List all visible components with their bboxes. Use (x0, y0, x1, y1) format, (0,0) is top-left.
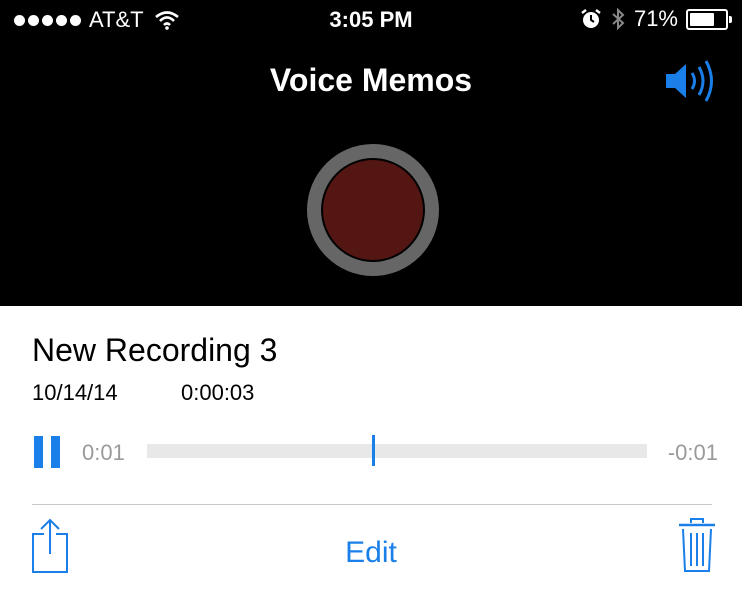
pause-bar-left (34, 436, 43, 468)
pause-icon[interactable] (34, 436, 60, 468)
battery-nub (729, 15, 732, 23)
record-button-gap (321, 158, 425, 262)
page-title: Voice Memos (269, 62, 473, 98)
status-bar: AT&T 3:05 PM 71% (0, 0, 742, 40)
recorder-panel: AT&T 3:05 PM 71% Voice Memos (0, 0, 742, 306)
remaining-time: -0:01 (667, 440, 718, 465)
recording-date: 10/14/14 (32, 380, 118, 405)
recording-duration: 0:00:03 (181, 380, 255, 405)
record-icon[interactable] (323, 160, 423, 260)
elapsed-time: 0:01 (82, 440, 125, 465)
trash-icon[interactable] (678, 518, 716, 572)
recording-name[interactable]: New Recording 3 (32, 332, 277, 369)
playback-scrubber[interactable] (147, 435, 647, 466)
battery-percent: 71% (633, 6, 678, 31)
battery-level (690, 12, 715, 26)
edit-button[interactable]: Edit (0, 536, 742, 570)
bluetooth-icon (612, 7, 625, 31)
record-button-ring[interactable] (307, 144, 439, 276)
divider (32, 504, 712, 505)
alarm-icon (581, 9, 601, 28)
playhead[interactable] (372, 435, 375, 466)
status-right: 71% (580, 6, 732, 32)
pause-bar-right (51, 436, 60, 468)
speaker-icon[interactable] (664, 56, 718, 106)
battery-icon (686, 8, 732, 30)
